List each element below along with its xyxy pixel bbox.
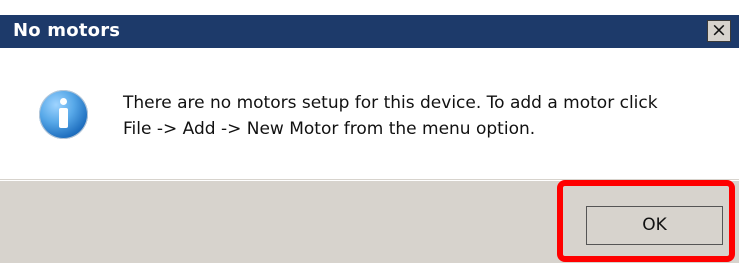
ok-button-label: OK — [642, 215, 667, 235]
close-icon: × — [711, 19, 727, 41]
message-line-1: There are no motors setup for this devic… — [123, 93, 658, 113]
ok-button[interactable]: OK — [586, 206, 723, 245]
dialog-titlebar: No motors × — [0, 15, 739, 48]
info-bar — [59, 108, 68, 128]
message-dialog: No motors × There are no motors setup fo… — [0, 0, 739, 263]
close-button[interactable]: × — [707, 20, 731, 42]
dialog-content: There are no motors setup for this devic… — [0, 48, 739, 180]
info-dot — [60, 98, 67, 105]
dialog-footer: OK — [0, 181, 739, 263]
message-line-2: File -> Add -> New Motor from the menu o… — [123, 119, 536, 139]
info-icon — [39, 90, 88, 139]
dialog-title: No motors — [13, 20, 121, 41]
